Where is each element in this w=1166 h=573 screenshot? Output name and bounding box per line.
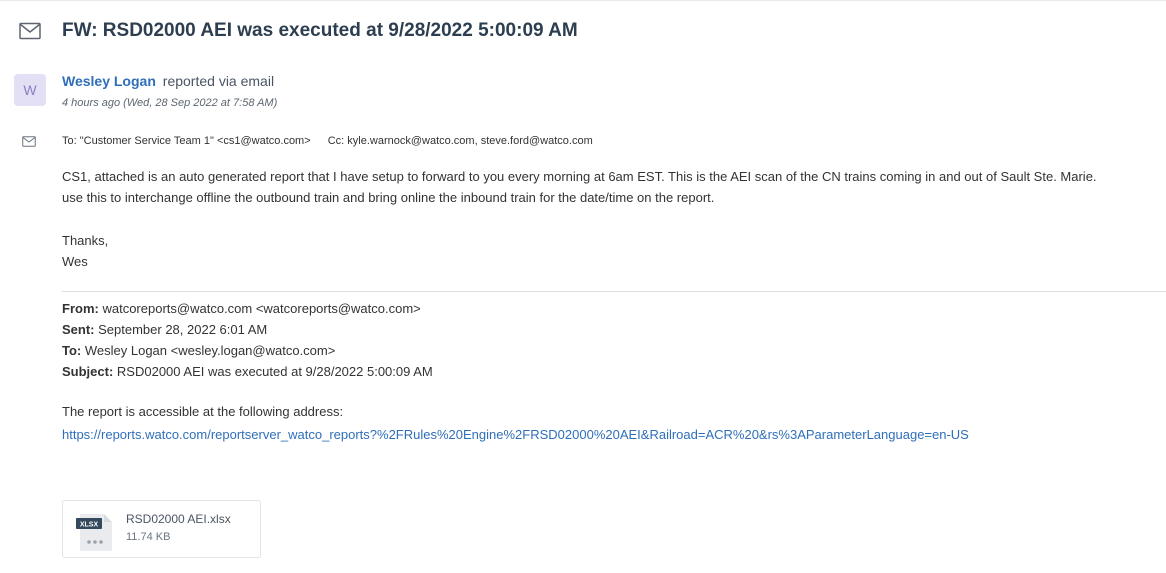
subject-label: Subject: xyxy=(62,364,114,379)
envelope-icon xyxy=(19,22,41,40)
forwarded-header: From: watcoreports@watco.com <watcorepor… xyxy=(62,298,433,382)
body-line-2: use this to interchange offline the outb… xyxy=(62,190,715,205)
to-value: Wesley Logan <wesley.logan@watco.com> xyxy=(84,343,336,358)
message-body: CS1, attached is an auto generated repor… xyxy=(62,166,1097,208)
signature-text: Wes xyxy=(62,254,88,269)
reported-via-text: reported via email xyxy=(162,73,275,89)
from-value: watcoreports@watco.com <watcoreports@wat… xyxy=(102,301,421,316)
body-line-1: CS1, attached is an auto generated repor… xyxy=(62,169,1097,184)
xlsx-file-icon: XLSX xyxy=(76,514,112,551)
from-label: From: xyxy=(62,301,99,316)
quoted-divider xyxy=(62,291,1166,292)
sent-label: Sent: xyxy=(62,322,95,337)
attachment-badge: XLSX xyxy=(80,522,99,529)
forwarded-subject: Subject: RSD02000 AEI was executed at 9/… xyxy=(62,361,433,382)
signoff: Thanks, Wes xyxy=(62,230,108,272)
report-link[interactable]: https://reports.watco.com/reportserver_w… xyxy=(62,427,969,442)
attachment-size: 11.74 KB xyxy=(126,531,171,543)
to-recipients: To: "Customer Service Team 1" <cs1@watco… xyxy=(62,135,311,147)
forwarded-sent: Sent: September 28, 2022 6:01 AM xyxy=(62,319,433,340)
attachment-name: RSD02000 AEI.xlsx xyxy=(126,512,231,526)
forwarded-to: To: Wesley Logan <wesley.logan@watco.com… xyxy=(62,340,433,361)
attachment-card[interactable]: XLSX RSD02000 AEI.xlsx 11.74 KB xyxy=(62,500,261,558)
reporter-line: Wesley Logan reported via email xyxy=(62,73,274,89)
avatar[interactable]: W xyxy=(14,74,46,106)
cc-recipients: Cc: kyle.warnock@watco.com, steve.ford@w… xyxy=(327,135,593,147)
top-divider xyxy=(0,0,1166,1)
to-label: To: xyxy=(62,343,82,358)
subject-value: RSD02000 AEI was executed at 9/28/2022 5… xyxy=(116,364,433,379)
thanks-text: Thanks, xyxy=(62,233,109,248)
recipients-line: To: "Customer Service Team 1" <cs1@watco… xyxy=(62,135,593,147)
sent-value: September 28, 2022 6:01 AM xyxy=(98,322,268,337)
mail-icon xyxy=(22,136,36,147)
timestamp: 4 hours ago (Wed, 28 Sep 2022 at 7:58 AM… xyxy=(62,97,278,109)
reporter-name-link[interactable]: Wesley Logan xyxy=(62,73,156,89)
ticket-title: FW: RSD02000 AEI was executed at 9/28/20… xyxy=(62,20,578,41)
report-address-text: The report is accessible at the followin… xyxy=(62,404,344,419)
forwarded-from: From: watcoreports@watco.com <watcorepor… xyxy=(62,298,433,319)
